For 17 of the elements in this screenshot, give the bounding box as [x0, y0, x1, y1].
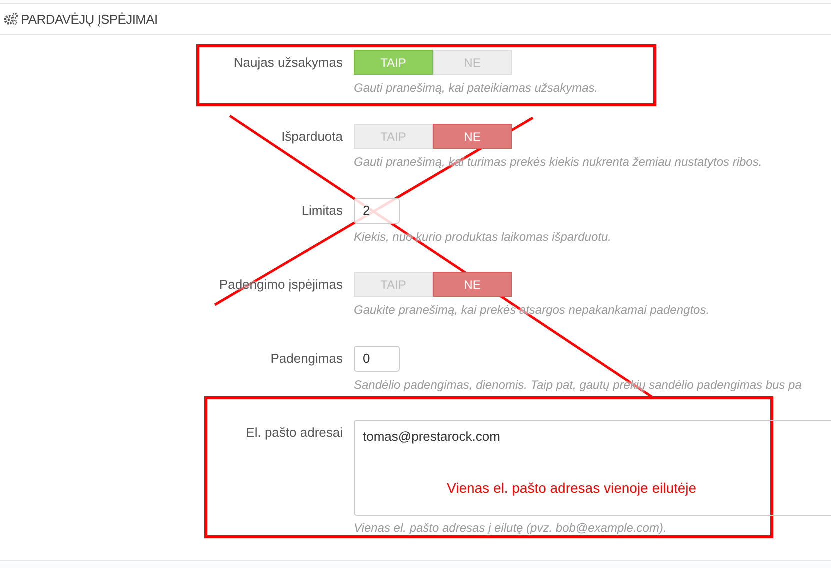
- field-hint: Gauti pranešimą, kai pateikiamas užsakymas.: [354, 81, 600, 95]
- field-label: El. pašto adresai: [245, 424, 344, 442]
- textarea-value: tomas@prestarock.com: [363, 429, 500, 444]
- field-label: Naujas užsakymas: [232, 54, 344, 72]
- field-label: Padengimas: [270, 350, 344, 368]
- field-label: Išparduota: [280, 128, 344, 146]
- number-field[interactable]: 0: [354, 346, 400, 372]
- annotation-note: Vienas el. pašto adresas vienoje eilutėje: [447, 480, 697, 496]
- field-hint: Kiekis, nuo kurio produktas laikomas išparduotu.: [354, 230, 612, 244]
- field-label: Limitas: [300, 202, 344, 220]
- toggle-option[interactable]: NE: [433, 124, 512, 149]
- panel-title: PARDAVĖJŲ ĮSPĖJIMAI: [21, 12, 158, 26]
- toggle-option[interactable]: TAIP: [354, 50, 433, 75]
- field-hint: Vienas el. pašto adresas į eilutę (pvz. bob@example.com).: [354, 521, 668, 535]
- number-field[interactable]: 2: [354, 198, 400, 224]
- gears-icon: [4, 13, 18, 25]
- toggle-option[interactable]: NE: [433, 272, 512, 297]
